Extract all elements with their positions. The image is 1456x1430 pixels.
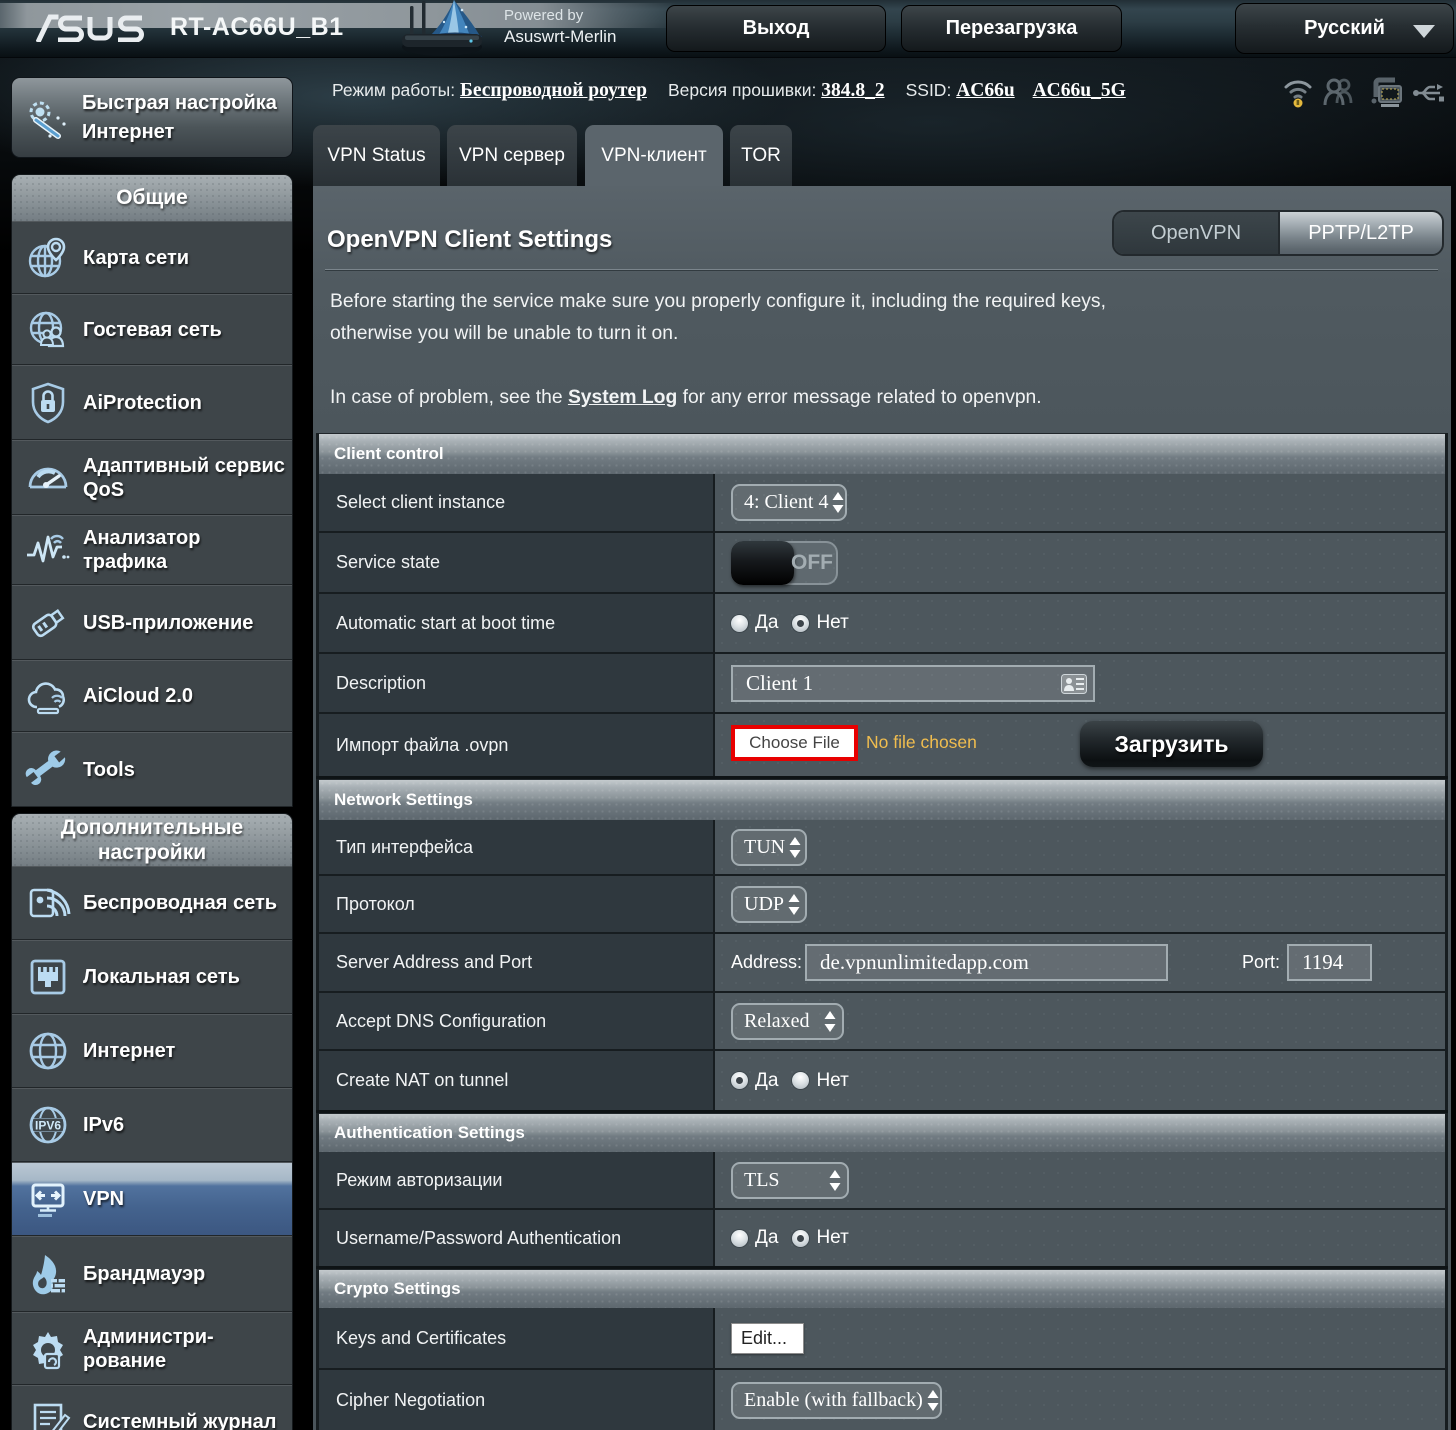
svg-text:IPV6: IPV6 (35, 1119, 61, 1133)
